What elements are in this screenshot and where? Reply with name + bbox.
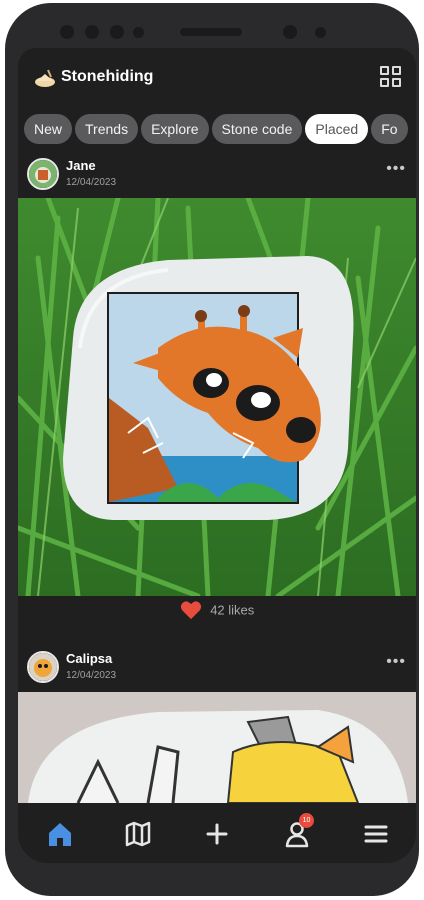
post-header: Calipsa 12/04/2023 ••• bbox=[18, 645, 416, 689]
app-title: Stonehiding bbox=[61, 68, 154, 85]
avatar[interactable] bbox=[27, 158, 59, 190]
post-date: 12/04/2023 bbox=[66, 670, 117, 681]
notification-badge: 10 bbox=[299, 813, 314, 828]
add-icon[interactable] bbox=[202, 819, 232, 849]
likes-count: 42 likes bbox=[210, 602, 255, 618]
menu-icon[interactable] bbox=[361, 819, 391, 849]
post-date: 12/04/2023 bbox=[66, 177, 117, 188]
avatar[interactable] bbox=[27, 651, 59, 683]
tab-new[interactable]: New bbox=[24, 114, 73, 144]
phone-side-button bbox=[5, 293, 11, 383]
tab-trends[interactable]: Trends bbox=[75, 114, 139, 144]
post-username[interactable]: Jane bbox=[66, 158, 96, 173]
app-screen: Stonehiding New Trends Explore Stone code Pl… bbox=[18, 48, 416, 863]
post-header: Jane 12/04/2023 ••• bbox=[18, 152, 416, 196]
post-photo[interactable] bbox=[18, 692, 416, 803]
app-header: Stonehiding bbox=[18, 48, 416, 106]
home-icon[interactable] bbox=[45, 819, 75, 849]
tab-stone-code[interactable]: Stone code bbox=[211, 114, 303, 144]
post-username[interactable]: Calipsa bbox=[66, 651, 112, 666]
phone-frame: Stonehiding New Trends Explore Stone code Pl… bbox=[5, 3, 419, 896]
phone-sensor-bar bbox=[60, 23, 370, 43]
profile-button[interactable]: 10 bbox=[282, 813, 314, 849]
map-icon[interactable] bbox=[123, 819, 153, 849]
stonehiding-logo-icon bbox=[35, 69, 55, 87]
more-options-icon[interactable]: ••• bbox=[386, 653, 406, 671]
tab-fo[interactable]: Fo bbox=[371, 114, 408, 144]
grid-view-icon[interactable] bbox=[380, 66, 402, 88]
category-tabs: New Trends Explore Stone code Placed Fo bbox=[24, 114, 416, 146]
more-options-icon[interactable]: ••• bbox=[386, 160, 406, 178]
post-photo[interactable] bbox=[18, 198, 416, 596]
tab-placed[interactable]: Placed bbox=[305, 114, 369, 144]
heart-icon[interactable] bbox=[180, 600, 202, 620]
tab-explore[interactable]: Explore bbox=[141, 114, 209, 144]
phone-side-button bbox=[5, 203, 11, 263]
bottom-navigation: 10 bbox=[18, 803, 416, 863]
likes-row: 42 likes bbox=[18, 600, 416, 628]
